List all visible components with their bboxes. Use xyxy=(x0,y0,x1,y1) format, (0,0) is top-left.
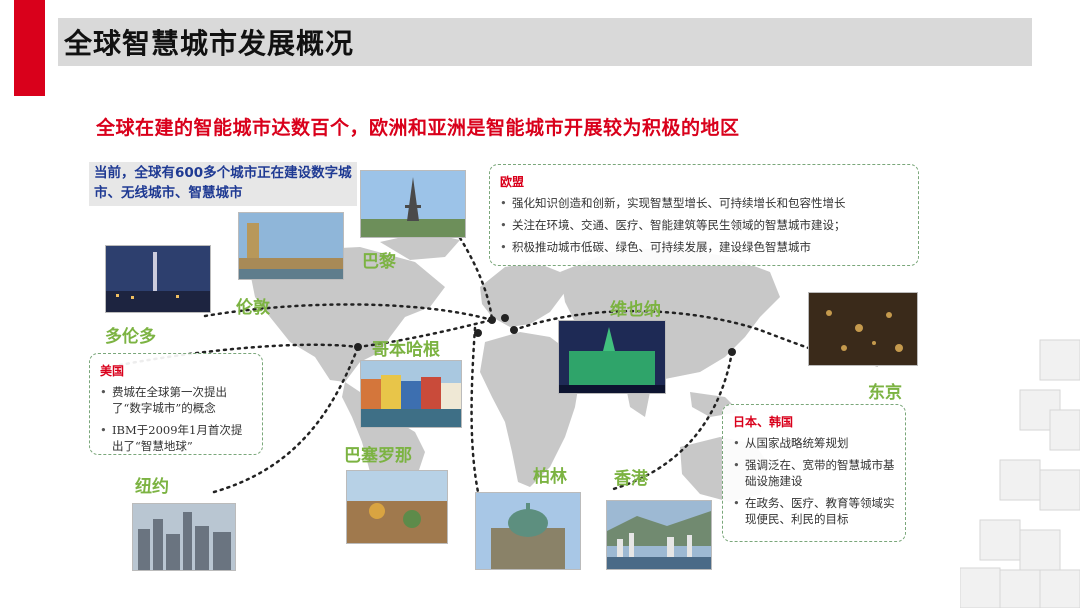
berlin-photo xyxy=(475,492,581,570)
eu-item: 强化知识创造和创新，实现智慧型增长、可持续增长和包容性增长 xyxy=(500,195,910,211)
city-label-toronto: 多伦多 xyxy=(105,327,156,347)
japan-korea-item: 强调泛在、宽带的智慧城市基础设施建设 xyxy=(733,457,897,489)
usa-item: IBM于2009年1月首次提出了“智慧地球” xyxy=(100,422,252,454)
eu-list: 强化知识创造和创新，实现智慧型增长、可持续增长和包容性增长 关注在环境、交通、医… xyxy=(500,195,910,261)
tokyo-photo xyxy=(808,292,918,366)
marker-paris xyxy=(501,314,509,322)
vienna-photo xyxy=(558,320,666,394)
japan-korea-item: 在政务、医疗、教育等领域实现便民、利民的目标 xyxy=(733,495,897,527)
summary-note-text: 当前，全球有600多个城市正在建设数字城市、无线城市、智慧城市 xyxy=(94,165,352,201)
marker-london xyxy=(488,316,496,324)
japan-korea-list: 从国家战略统筹规划 强调泛在、宽带的智慧城市基础设施建设 在政务、医疗、教育等领… xyxy=(733,435,897,533)
city-label-barcelona: 巴塞罗那 xyxy=(344,446,412,466)
usa-item: 费城在全球第一次提出了“数字城市”的概念 xyxy=(100,384,252,416)
city-label-paris: 巴黎 xyxy=(362,252,396,272)
toronto-photo xyxy=(105,245,211,313)
city-label-london: 伦敦 xyxy=(236,298,270,318)
marker-newyork xyxy=(354,343,362,351)
marker-vienna xyxy=(510,326,518,334)
copenhagen-photo xyxy=(360,360,462,428)
city-label-tokyo: 东京 xyxy=(868,383,902,403)
usa-info-box: 美国 费城在全球第一次提出了“数字城市”的概念 IBM于2009年1月首次提出了… xyxy=(89,353,263,455)
decorative-cubes xyxy=(960,339,1080,608)
paris-photo xyxy=(360,170,466,238)
city-label-vienna: 维也纳 xyxy=(610,300,661,320)
city-label-copenhagen: 哥本哈根 xyxy=(372,340,440,360)
eu-info-box: 欧盟 强化知识创造和创新，实现智慧型增长、可持续增长和包容性增长 关注在环境、交… xyxy=(489,164,919,266)
eu-box-title: 欧盟 xyxy=(500,175,525,189)
japan-korea-box-title: 日本、韩国 xyxy=(733,415,794,429)
newyork-photo xyxy=(132,503,236,571)
marker-berlin xyxy=(474,329,482,337)
marker-tokyo xyxy=(728,348,736,356)
city-label-hongkong: 香港 xyxy=(614,469,648,489)
usa-box-title: 美国 xyxy=(100,364,125,378)
london-photo xyxy=(238,212,344,280)
barcelona-photo xyxy=(346,470,448,544)
japan-korea-info-box: 日本、韩国 从国家战略统筹规划 强调泛在、宽带的智慧城市基础设施建设 在政务、医… xyxy=(722,404,906,542)
city-label-newyork: 纽约 xyxy=(135,477,169,497)
japan-korea-item: 从国家战略统筹规划 xyxy=(733,435,897,451)
eu-item: 关注在环境、交通、医疗、智能建筑等民生领域的智慧城市建设； xyxy=(500,217,910,233)
city-label-berlin: 柏林 xyxy=(533,467,567,487)
hongkong-photo xyxy=(606,500,712,570)
usa-list: 费城在全球第一次提出了“数字城市”的概念 IBM于2009年1月首次提出了“智慧… xyxy=(100,384,252,460)
eu-item: 积极推动城市低碳、绿色、可持续发展，建设绿色智慧城市 xyxy=(500,239,910,255)
